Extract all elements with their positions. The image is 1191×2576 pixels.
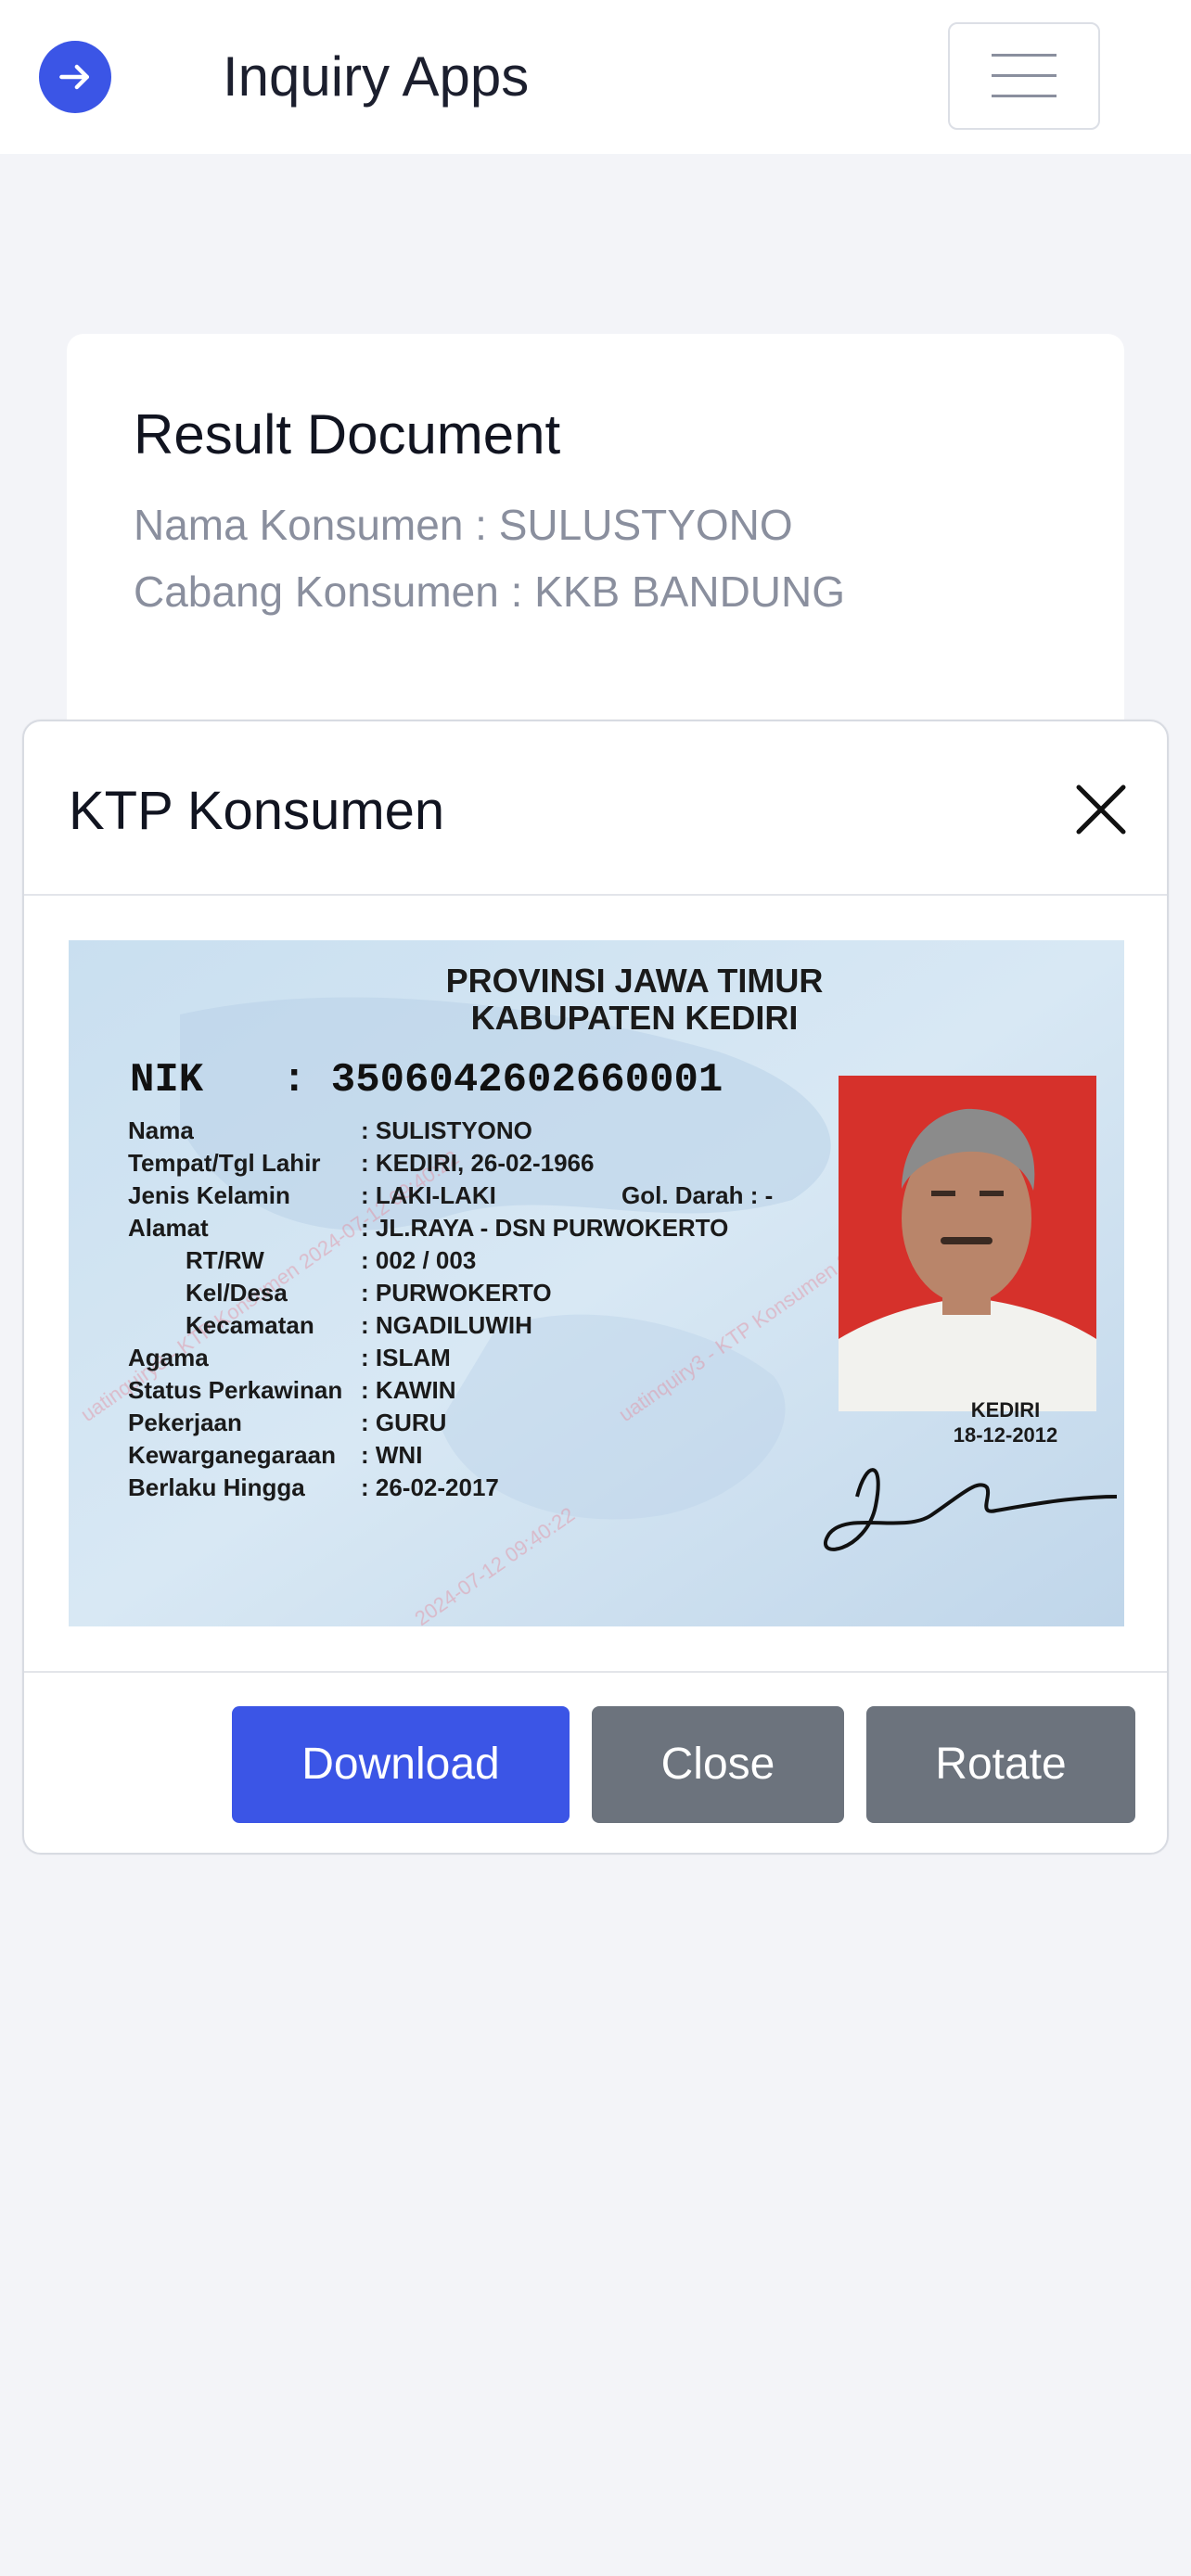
ktp-field-value: : PURWOKERTO xyxy=(361,1279,552,1307)
ktp-field-label: Jenis Kelamin xyxy=(128,1181,290,1209)
close-icon[interactable] xyxy=(1069,777,1133,842)
ktp-field-value: : SULISTYONO xyxy=(361,1116,532,1144)
document-modal: KTP Konsumen uatinquiry3 - KTP Konsumen … xyxy=(22,720,1169,1855)
ktp-field-label: Agama xyxy=(128,1344,209,1371)
ktp-field-value: : JL.RAYA - DSN PURWOKERTO xyxy=(361,1214,728,1242)
download-button[interactable]: Download xyxy=(232,1706,570,1823)
app-title: Inquiry Apps xyxy=(223,45,530,108)
arrow-right-circle-icon[interactable] xyxy=(39,41,111,113)
ktp-field-label: Alamat xyxy=(128,1214,209,1242)
ktp-field-value: : WNI xyxy=(361,1441,422,1469)
hamburger-menu-icon xyxy=(992,54,1057,97)
ktp-issue-city: KEDIRI xyxy=(971,1398,1041,1422)
ktp-nik-value: : 3506042602660001 xyxy=(282,1057,723,1103)
close-button[interactable]: Close xyxy=(592,1706,844,1823)
ktp-issue-date: 18-12-2012 xyxy=(954,1423,1058,1447)
ktp-field-label: Kel/Desa xyxy=(186,1279,288,1307)
ktp-blood-type: Gol. Darah : - xyxy=(621,1181,773,1209)
customer-branch: Cabang Konsumen : KKB BANDUNG xyxy=(134,567,846,616)
ktp-field-value: : KEDIRI, 26-02-1966 xyxy=(361,1149,594,1177)
rotate-button[interactable]: Rotate xyxy=(866,1706,1135,1823)
customer-name: Nama Konsumen : SULUSTYONO xyxy=(134,501,793,549)
ktp-nik-label: NIK xyxy=(130,1057,204,1103)
ktp-field-value: : NGADILUWIH xyxy=(361,1311,532,1339)
result-title: Result Document xyxy=(134,403,561,465)
result-card: Result Document Nama Konsumen : SULUSTYO… xyxy=(67,334,1124,742)
modal-footer: Download Close Rotate xyxy=(24,1671,1167,1856)
modal-header: KTP Konsumen xyxy=(24,721,1167,896)
navbar-toggle-button[interactable] xyxy=(948,22,1100,130)
modal-title: KTP Konsumen xyxy=(69,781,445,841)
ktp-field-value: : GURU xyxy=(361,1409,446,1436)
ktp-field-label: Pekerjaan xyxy=(128,1409,242,1436)
ktp-field-value: : 26-02-2017 xyxy=(361,1473,499,1501)
ktp-field-value: : LAKI-LAKI xyxy=(361,1181,496,1209)
ktp-field-label: Berlaku Hingga xyxy=(128,1473,305,1501)
ktp-field-label: Status Perkawinan xyxy=(128,1376,342,1404)
ktp-regency: KABUPATEN KEDIRI xyxy=(471,999,799,1037)
ktp-field-label: Nama xyxy=(128,1116,194,1144)
navbar: Inquiry Apps xyxy=(0,0,1191,154)
ktp-field-label: Kewarganegaraan xyxy=(128,1441,336,1469)
ktp-field-label: RT/RW xyxy=(186,1246,264,1274)
ktp-field-value: : KAWIN xyxy=(361,1376,456,1404)
ktp-province: PROVINSI JAWA TIMUR xyxy=(446,962,824,1000)
ktp-field-value: : ISLAM xyxy=(361,1344,451,1371)
ktp-document-image: uatinquiry3 - KTP Konsumen 2024-07-12 09… xyxy=(69,940,1124,1626)
ktp-photo xyxy=(839,1076,1096,1411)
ktp-field-value: : 002 / 003 xyxy=(361,1246,476,1274)
ktp-field-label: Kecamatan xyxy=(186,1311,314,1339)
ktp-field-label: Tempat/Tgl Lahir xyxy=(128,1149,321,1177)
